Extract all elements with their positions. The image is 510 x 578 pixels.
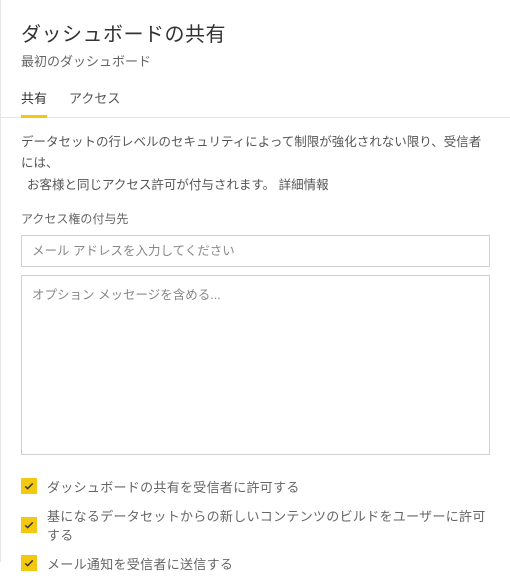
checkmark-icon: [23, 480, 35, 492]
option-send-notification-row: メール通知を受信者に送信する: [21, 549, 490, 578]
allow-build-label: 基になるデータセットからの新しいコンテンツのビルドをユーザーに許可する: [47, 506, 490, 544]
learn-more-link[interactable]: 詳細情報: [279, 178, 329, 192]
panel-header: ダッシュボードの共有 最初のダッシュボード: [1, 0, 510, 78]
dashboard-name: 最初のダッシュボード: [21, 51, 490, 70]
send-notification-checkbox[interactable]: [21, 555, 37, 571]
panel-body: データセットの行レベルのセキュリティによって制限が強化されない限り、受信者には、…: [1, 118, 510, 578]
panel-title: ダッシュボードの共有: [21, 18, 490, 47]
option-allow-reshare-row: ダッシュボードの共有を受信者に許可する: [21, 472, 490, 501]
info-line2: お客様と同じアクセス許可が付与されます。: [27, 178, 275, 192]
tab-bar: 共有 アクセス: [1, 78, 510, 118]
security-info-text: データセットの行レベルのセキュリティによって制限が強化されない限り、受信者には、…: [21, 132, 490, 196]
share-dashboard-panel: ダッシュボードの共有 最初のダッシュボード 共有 アクセス データセットの行レベ…: [0, 0, 510, 562]
allow-reshare-checkbox[interactable]: [21, 478, 37, 494]
send-notification-label: メール通知を受信者に送信する: [47, 554, 233, 573]
tab-share[interactable]: 共有: [21, 88, 47, 117]
checkmark-icon: [23, 519, 35, 531]
info-line1: データセットの行レベルのセキュリティによって制限が強化されない限り、受信者には、: [21, 135, 481, 170]
recipients-label: アクセス権の付与先: [21, 210, 490, 227]
tab-access[interactable]: アクセス: [69, 88, 120, 117]
recipients-input[interactable]: [21, 235, 490, 267]
allow-reshare-label: ダッシュボードの共有を受信者に許可する: [47, 477, 300, 496]
option-allow-build-row: 基になるデータセットからの新しいコンテンツのビルドをユーザーに許可する: [21, 501, 490, 549]
optional-message-input[interactable]: [21, 275, 490, 455]
checkmark-icon: [23, 557, 35, 569]
allow-build-checkbox[interactable]: [21, 517, 37, 533]
